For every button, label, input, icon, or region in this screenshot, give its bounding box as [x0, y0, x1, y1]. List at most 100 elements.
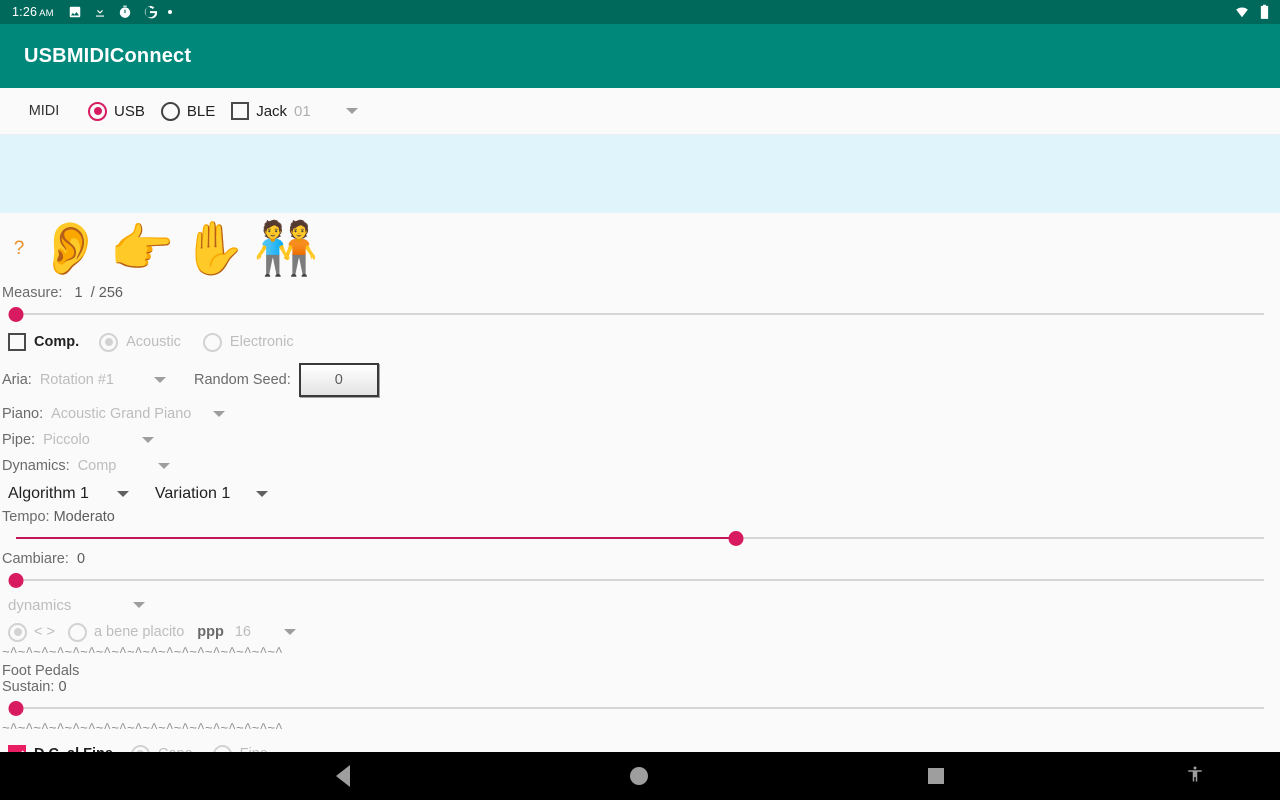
aria-value[interactable]: Rotation #1	[40, 372, 114, 388]
comp-checkbox[interactable]	[8, 333, 26, 351]
piano-value[interactable]: Acoustic Grand Piano	[51, 406, 191, 422]
pointing-right-emoji[interactable]: 👉	[106, 216, 178, 282]
midi-ble-option[interactable]: BLE	[160, 101, 216, 121]
status-bar: 1:26 AM	[0, 0, 1280, 24]
hairpin-radio[interactable]	[8, 622, 27, 642]
sustain-slider[interactable]	[0, 697, 1280, 719]
tempo-row: Tempo: Moderato	[0, 509, 1280, 525]
tempo-slider-thumb[interactable]	[728, 531, 744, 546]
jack-port-chevron-down-icon[interactable]	[345, 108, 358, 114]
aria-row: Aria: Rotation #1 Random Seed: 0	[0, 359, 1280, 401]
piano-chevron-down-icon[interactable]	[213, 411, 226, 417]
home-button[interactable]	[630, 767, 648, 785]
recents-button[interactable]	[928, 768, 944, 784]
wifi-icon	[1235, 5, 1249, 19]
hairpin-label: < >	[34, 624, 55, 640]
foot-pedals-title: Foot Pedals	[2, 663, 80, 679]
tempo-slider[interactable]	[0, 527, 1280, 549]
electronic-radio[interactable]	[202, 332, 222, 352]
variation-value[interactable]: Variation 1	[155, 485, 230, 503]
cambiare-label: Cambiare:	[2, 551, 69, 567]
midi-usb-option[interactable]: USB	[88, 101, 145, 121]
people-holding-hands-emoji[interactable]: 🧑‍🤝‍🧑	[250, 216, 322, 282]
tempo-label: Tempo:	[2, 509, 50, 525]
measure-slider-track	[16, 313, 1264, 315]
cambiare-slider-thumb[interactable]	[8, 573, 24, 588]
jack-checkbox[interactable]	[231, 102, 250, 120]
a-bene-placito-radio[interactable]	[67, 622, 87, 642]
comp-label: Comp.	[34, 334, 80, 350]
measure-separator: /	[90, 285, 95, 301]
ppp-chevron-down-icon[interactable]	[283, 629, 296, 635]
aria-chevron-down-icon[interactable]	[154, 377, 166, 383]
dynamics-value[interactable]: Comp	[78, 458, 117, 474]
composition-row: Comp. Acoustic Electronic	[0, 325, 1280, 359]
measure-total: 256	[98, 285, 123, 301]
random-seed-input[interactable]: 0	[298, 363, 379, 397]
usb-label: USB	[114, 102, 145, 120]
sustain-value: 0	[58, 679, 67, 695]
cambiare-row: Cambiare: 0	[0, 551, 1280, 567]
dynamics-select-row: dynamics	[0, 591, 1280, 619]
dynamics-select-value[interactable]: dynamics	[8, 597, 71, 614]
cambiare-slider-track	[16, 579, 1264, 581]
status-bar-notification-icons	[68, 5, 172, 19]
ear-emoji[interactable]: 👂	[34, 216, 106, 282]
a-bene-placito-label: a bene placito	[93, 624, 185, 640]
measure-current: 1	[74, 285, 83, 301]
raised-hand-emoji[interactable]: ✋	[178, 216, 250, 282]
ble-label: BLE	[186, 102, 216, 120]
measure-slider[interactable]	[0, 303, 1280, 325]
acoustic-label: Acoustic	[126, 334, 181, 350]
aria-label: Aria:	[2, 372, 32, 388]
app-bar: USBMIDIConnect	[0, 24, 1280, 88]
page-title: USBMIDIConnect	[24, 44, 192, 67]
tempo-value: Moderato	[53, 509, 115, 525]
back-button[interactable]	[336, 765, 350, 787]
algorithm-value[interactable]: Algorithm 1	[8, 485, 89, 503]
download-icon	[93, 5, 107, 19]
status-bar-system-icons	[1235, 0, 1270, 24]
measure-slider-thumb[interactable]	[8, 307, 24, 322]
pipe-chevron-down-icon[interactable]	[141, 437, 154, 443]
app-root: 1:26 AM USBMIDIConnect MIDI USB BLE Jack…	[0, 0, 1280, 800]
dynamics-select-chevron-down-icon[interactable]	[133, 602, 146, 608]
measure-label: Measure:	[2, 285, 63, 301]
pipe-label: Pipe:	[2, 432, 36, 448]
sustain-row: Sustain: 0	[0, 679, 1280, 695]
midi-connection-bar: MIDI USB BLE Jack 01	[0, 88, 1280, 135]
ppp-label: ppp	[197, 624, 224, 640]
android-navigation-bar	[0, 752, 1280, 800]
dynamics-label: Dynamics:	[2, 458, 70, 474]
cambiare-slider[interactable]	[0, 569, 1280, 591]
random-seed-label: Random Seed:	[194, 372, 291, 388]
image-icon	[68, 5, 82, 19]
ble-radio[interactable]	[160, 101, 180, 121]
google-icon	[143, 5, 157, 19]
articulation-row: < > a bene placito ppp 16	[0, 619, 1280, 645]
pipe-value[interactable]: Piccolo	[43, 432, 90, 448]
sustain-label: Sustain:	[2, 679, 55, 695]
score-display-panel	[0, 135, 1280, 213]
sustain-slider-thumb[interactable]	[8, 701, 24, 716]
gesture-emoji-row: ? 👂 👉 ✋ 🧑‍🤝‍🧑	[0, 213, 1280, 285]
separator-line-2: ~^~^~^~^~^~^~^~^~^~^~^~^~^~^~^~^~^~^	[2, 721, 283, 736]
variation-chevron-down-icon[interactable]	[256, 491, 269, 497]
tempo-slider-fill	[16, 537, 736, 539]
electronic-label: Electronic	[229, 334, 294, 350]
controls-panel: ? 👂 👉 ✋ 🧑‍🤝‍🧑 Measure: 1 / 256 Comp. Aco…	[0, 213, 1280, 769]
acoustic-radio[interactable]	[99, 332, 119, 352]
usb-radio[interactable]	[88, 101, 107, 121]
sustain-slider-track	[16, 707, 1264, 709]
battery-icon	[1259, 4, 1270, 20]
dynamics-row: Dynamics: Comp	[0, 453, 1280, 479]
algorithm-chevron-down-icon[interactable]	[116, 491, 129, 497]
midi-jack-option[interactable]: Jack 01	[231, 102, 358, 120]
piano-row: Piano: Acoustic Grand Piano	[0, 401, 1280, 427]
cambiare-value: 0	[76, 551, 86, 567]
dynamics-chevron-down-icon[interactable]	[158, 463, 171, 469]
help-question-icon[interactable]: ?	[4, 238, 34, 260]
piano-label: Piano:	[2, 406, 44, 422]
jack-port-value: 01	[294, 102, 311, 120]
accessibility-button[interactable]	[1186, 765, 1204, 788]
